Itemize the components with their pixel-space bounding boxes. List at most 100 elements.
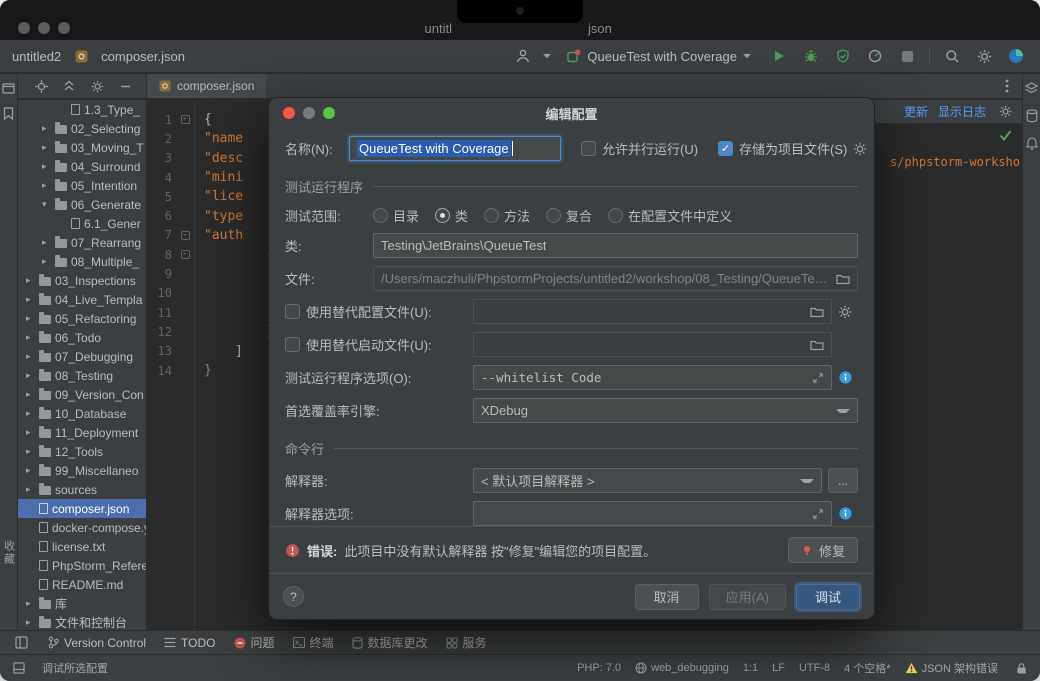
interpreter-options-input[interactable] bbox=[473, 501, 832, 526]
store-settings-gear-icon[interactable] bbox=[847, 142, 873, 156]
tree-item-selected[interactable]: composer.json bbox=[18, 499, 146, 518]
debug-bug-button[interactable] bbox=[799, 44, 823, 68]
bookmarks-tool-icon[interactable] bbox=[3, 107, 14, 120]
dialog-close-button[interactable] bbox=[283, 107, 295, 119]
notifications-bell-icon[interactable] bbox=[1026, 137, 1038, 150]
info-icon[interactable] bbox=[832, 370, 858, 385]
scope-radio-defined-in-config[interactable]: 在配置文件中定义 bbox=[608, 206, 732, 225]
favorites-tool-button[interactable]: 收藏 bbox=[1, 540, 17, 566]
tree-item[interactable]: 10_Database bbox=[18, 404, 146, 423]
server-config[interactable]: web_debugging bbox=[635, 662, 729, 674]
tree-item[interactable]: 05_Intention bbox=[18, 176, 146, 195]
json-schema-error[interactable]: JSON 架构错误 bbox=[905, 660, 998, 676]
tree-item[interactable]: 08_Testing bbox=[18, 366, 146, 385]
tree-item[interactable]: 6.1_Gener bbox=[18, 214, 146, 233]
folder-browse-icon[interactable] bbox=[830, 273, 850, 285]
profiler-button[interactable] bbox=[863, 44, 887, 68]
ide-badge-icon[interactable] bbox=[1004, 44, 1028, 68]
expand-icon[interactable] bbox=[806, 372, 824, 384]
project-tool-icon[interactable] bbox=[2, 82, 15, 95]
fix-button[interactable]: 修复 bbox=[788, 537, 858, 563]
tree-item[interactable]: 1.3_Type_ bbox=[18, 100, 146, 119]
expand-icon[interactable] bbox=[806, 508, 824, 520]
panel-gear-icon[interactable] bbox=[996, 103, 1014, 121]
tree-item[interactable]: 12_Tools bbox=[18, 442, 146, 461]
fold-icon[interactable] bbox=[181, 115, 190, 124]
coverage-engine-select[interactable]: XDebug bbox=[473, 398, 858, 423]
tree-item[interactable]: 04_Surround bbox=[18, 157, 146, 176]
tree-item[interactable]: 05_Refactoring bbox=[18, 309, 146, 328]
tree-item[interactable]: 08_Multiple_ bbox=[18, 252, 146, 271]
user-account-icon[interactable] bbox=[511, 44, 535, 68]
fold-icon[interactable] bbox=[181, 250, 190, 259]
tree-item[interactable]: 99_Miscellaneo bbox=[18, 461, 146, 480]
class-input[interactable]: Testing\JetBrains\QueueTest bbox=[373, 233, 858, 258]
toolwindow-version-control[interactable]: Version Control bbox=[48, 636, 146, 650]
debug-button[interactable]: 调试 bbox=[796, 584, 860, 610]
tree-item[interactable]: PhpStorm_Referen bbox=[18, 556, 146, 575]
scope-radio-directory[interactable]: 目录 bbox=[373, 206, 419, 225]
folder-browse-icon[interactable] bbox=[804, 306, 824, 318]
collapse-all-icon[interactable] bbox=[60, 77, 78, 95]
run-with-coverage-button[interactable] bbox=[831, 44, 855, 68]
tree-item[interactable]: 11_Deployment bbox=[18, 423, 146, 442]
fold-icon[interactable] bbox=[181, 231, 190, 240]
interpreter-browse-button[interactable]: ... bbox=[828, 468, 858, 493]
breadcrumb-project[interactable]: untitled2 bbox=[12, 49, 61, 64]
locate-file-icon[interactable] bbox=[32, 77, 50, 95]
tree-item[interactable]: README.md bbox=[18, 575, 146, 594]
update-link[interactable]: 更新 bbox=[904, 103, 928, 120]
tree-item[interactable]: docker-compose.y bbox=[18, 518, 146, 537]
name-input[interactable]: QueueTest with Coverage bbox=[349, 136, 561, 161]
folder-browse-icon[interactable] bbox=[804, 339, 824, 351]
layers-tool-icon[interactable] bbox=[1025, 82, 1038, 95]
alt-bootstrap-checkbox[interactable]: 使用替代启动文件(U): bbox=[285, 335, 473, 354]
stop-button[interactable] bbox=[895, 44, 919, 68]
dialog-zoom-button[interactable] bbox=[323, 107, 335, 119]
window-close-button[interactable] bbox=[18, 22, 30, 34]
tree-item[interactable]: 07_Rearrang bbox=[18, 233, 146, 252]
scope-radio-composite[interactable]: 复合 bbox=[546, 206, 592, 225]
tree-item[interactable]: 07_Debugging bbox=[18, 347, 146, 366]
tree-item-scratches[interactable]: 文件和控制台 bbox=[18, 613, 146, 630]
lock-icon[interactable] bbox=[1012, 659, 1030, 677]
tree-item[interactable]: 03_Inspections bbox=[18, 271, 146, 290]
alt-config-gear-icon[interactable] bbox=[832, 305, 858, 319]
window-zoom-button[interactable] bbox=[58, 22, 70, 34]
alt-config-checkbox[interactable]: 使用替代配置文件(U): bbox=[285, 302, 473, 321]
tree-item[interactable]: license.txt bbox=[18, 537, 146, 556]
tree-item[interactable]: 02_Selecting bbox=[18, 119, 146, 138]
tree-item[interactable]: 03_Moving_T bbox=[18, 138, 146, 157]
tree-item[interactable]: sources bbox=[18, 480, 146, 499]
toolwindow-todo[interactable]: TODO bbox=[164, 636, 215, 650]
indent-style[interactable]: 4 个空格* bbox=[844, 660, 890, 676]
runner-options-input[interactable]: --whitelist Code bbox=[473, 365, 832, 390]
toolwindow-terminal[interactable]: 终端 bbox=[293, 634, 334, 651]
caret-position[interactable]: 1:1 bbox=[743, 662, 758, 674]
tree-item[interactable]: 06_Todo bbox=[18, 328, 146, 347]
show-log-link[interactable]: 显示日志 bbox=[938, 103, 986, 120]
search-everywhere-icon[interactable] bbox=[940, 44, 964, 68]
apply-button[interactable]: 应用(A) bbox=[709, 584, 786, 610]
settings-gear-icon[interactable] bbox=[972, 44, 996, 68]
cancel-button[interactable]: 取消 bbox=[635, 584, 699, 610]
run-button[interactable] bbox=[767, 44, 791, 68]
panel-settings-gear-icon[interactable] bbox=[88, 77, 106, 95]
tree-item[interactable]: 04_Live_Templa bbox=[18, 290, 146, 309]
scope-radio-method[interactable]: 方法 bbox=[484, 206, 530, 225]
help-button[interactable]: ? bbox=[283, 586, 304, 607]
info-icon[interactable] bbox=[832, 506, 858, 521]
tree-item[interactable]: 06_Generate bbox=[18, 195, 146, 214]
toolwindow-problems[interactable]: 问题 bbox=[234, 634, 275, 651]
php-version[interactable]: PHP: 7.0 bbox=[577, 662, 621, 674]
run-config-selector[interactable]: QueueTest with Coverage bbox=[559, 47, 759, 66]
allow-parallel-checkbox[interactable]: 允许并行运行(U) bbox=[581, 139, 698, 158]
toolwindow-database-changes[interactable]: 数据库更改 bbox=[352, 634, 428, 651]
status-tool-window-icon[interactable] bbox=[10, 659, 28, 677]
breadcrumb-file[interactable]: composer.json bbox=[101, 49, 185, 64]
more-options-icon[interactable] bbox=[998, 77, 1016, 95]
tree-item-external-libraries[interactable]: 库 bbox=[18, 594, 146, 613]
line-separator[interactable]: LF bbox=[772, 662, 785, 674]
database-tool-icon[interactable] bbox=[1026, 109, 1038, 123]
scope-radio-class[interactable]: 类 bbox=[435, 206, 468, 225]
